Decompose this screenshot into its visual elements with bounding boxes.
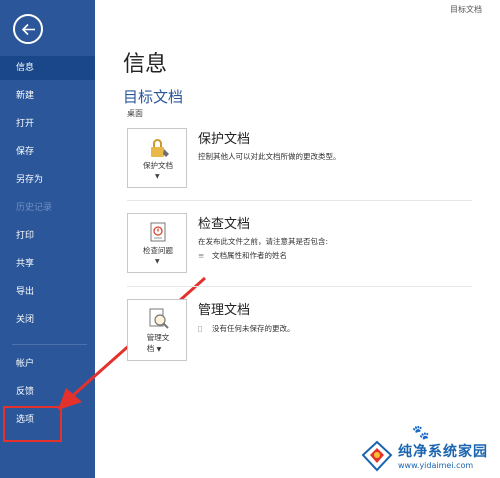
manage-document-status: ▯ 没有任何未保存的更改。 xyxy=(198,323,295,334)
sidebar-item-new[interactable]: 新建 xyxy=(0,84,95,108)
window-title: 目标文档 xyxy=(450,5,482,14)
check-for-issues-button[interactable]: 检查问题 ▼ xyxy=(127,213,187,273)
back-arrow-icon xyxy=(21,23,35,36)
protect-document-button[interactable]: 保护文档 ▼ xyxy=(127,128,187,188)
manage-document-description: 没有任何未保存的更改。 xyxy=(212,324,295,333)
inspect-document-description: 在发布此文件之前，请注意其是否包含: xyxy=(198,237,329,246)
inspect-document-bullet-text: 文档属性和作者的姓名 xyxy=(212,251,287,260)
manage-document-button[interactable]: 管理文 档 ▼ xyxy=(127,299,187,361)
sidebar-item-close[interactable]: 关闭 xyxy=(0,308,95,332)
sidebar-item-print[interactable]: 打印 xyxy=(0,224,95,248)
sidebar-item-account[interactable]: 帐户 xyxy=(0,352,95,376)
bullet-icon: ≡ xyxy=(198,251,205,260)
lock-icon xyxy=(151,139,169,157)
manage-document-icon xyxy=(149,308,169,329)
back-button[interactable] xyxy=(13,14,43,44)
check-for-issues-button-label: 检查问题 xyxy=(143,246,173,255)
sidebar-item-share[interactable]: 共享 xyxy=(0,252,95,276)
sidebar-item-feedback[interactable]: 反馈 xyxy=(0,380,95,404)
sidebar-item-save[interactable]: 保存 xyxy=(0,140,95,164)
sidebar-item-export[interactable]: 导出 xyxy=(0,280,95,304)
manage-document-title: 管理文档 xyxy=(198,303,251,318)
sidebar-item-save-as[interactable]: 另存为 xyxy=(0,168,95,192)
document-title: 目标文档 xyxy=(123,88,184,106)
site-watermark: 纯净系统家园 www.yidaimei.com xyxy=(358,437,498,475)
inspect-document-icon xyxy=(150,222,166,242)
sidebar-item-history: 历史记录 xyxy=(16,203,53,213)
watermark-logo-icon xyxy=(361,440,393,472)
section-divider xyxy=(127,200,472,201)
chevron-down-icon: ▼ xyxy=(155,173,160,180)
protect-document-button-label: 保护文档 xyxy=(143,161,173,170)
sidebar-item-open[interactable]: 打开 xyxy=(0,112,95,136)
options-highlight-box xyxy=(3,406,62,442)
inspect-document-title: 检查文档 xyxy=(198,217,251,232)
chevron-down-icon: ▼ xyxy=(156,346,162,353)
chevron-down-icon: ▼ xyxy=(155,258,160,265)
document-icon: ▯ xyxy=(198,324,203,333)
manage-document-button-label-line2: 档 ▼ xyxy=(124,344,184,355)
protect-document-title: 保护文档 xyxy=(198,132,251,147)
section-divider xyxy=(127,286,472,287)
watermark-url: www.yidaimei.com xyxy=(398,461,474,470)
manage-document-button-label: 管理文 xyxy=(146,333,170,342)
document-location: 桌面 xyxy=(127,109,143,118)
sidebar-divider xyxy=(12,344,87,345)
sidebar-item-info[interactable]: 信息 xyxy=(0,56,95,80)
protect-document-description: 控制其他人可以对此文档所做的更改类型。 xyxy=(198,152,341,161)
inspect-document-bullet: ≡ 文档属性和作者的姓名 xyxy=(198,250,287,261)
manage-document-button-label-line2-text: 档 xyxy=(146,344,155,353)
page-title: 信息 xyxy=(123,52,168,77)
watermark-name: 纯净系统家园 xyxy=(398,444,488,460)
